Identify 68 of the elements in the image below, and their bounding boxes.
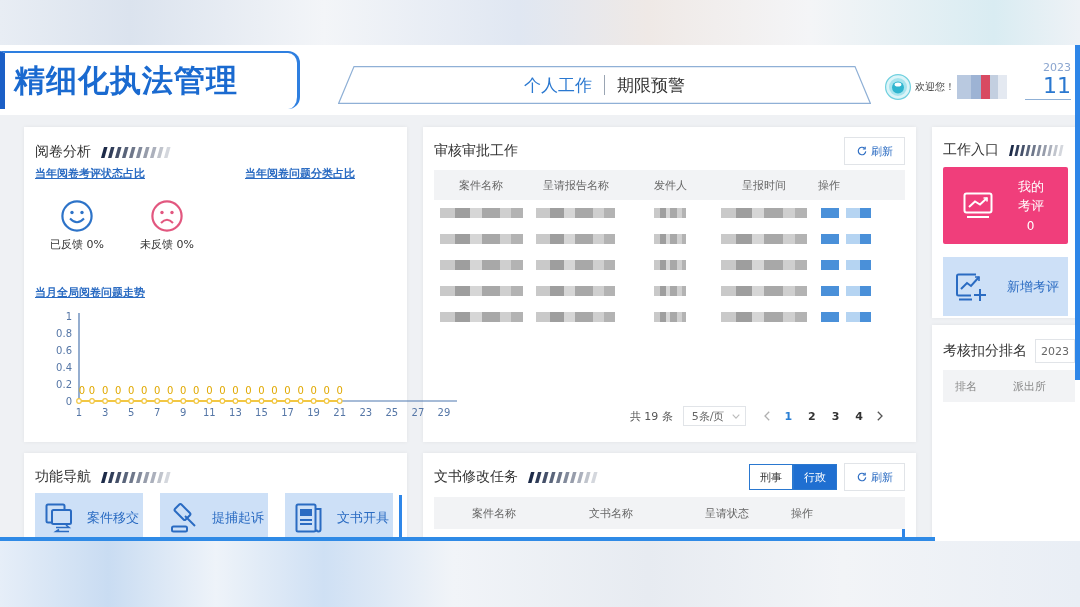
axis-label: 19 — [307, 407, 320, 418]
axis-label: 17 — [281, 407, 294, 418]
panel-title: 审核审批工作 — [434, 142, 518, 160]
axis-label: 25 — [385, 407, 399, 418]
column-header: 排名 — [954, 378, 978, 394]
app-title: 精细化执法管理 — [14, 61, 238, 100]
welcome-text: 欢迎您！ — [915, 80, 955, 94]
axis-label: 29 — [437, 407, 451, 418]
axis-label: 27 — [411, 407, 425, 418]
axis-label: 5 — [127, 407, 135, 418]
axis-label: 0.2 — [56, 378, 72, 390]
axis-label: 1 — [65, 310, 72, 322]
axis-label: 15 — [255, 407, 268, 418]
data-label: 0 — [88, 385, 96, 396]
data-label: 0 — [206, 385, 213, 396]
axis-label: 0.6 — [56, 344, 72, 356]
axis-label: 21 — [333, 407, 347, 418]
data-label: 0 — [310, 385, 317, 396]
data-label: 0 — [336, 385, 343, 396]
panel-title: 功能导航 — [35, 468, 91, 486]
data-label: 0 — [284, 385, 291, 396]
column-header: 发件人 — [652, 177, 688, 193]
tile-label: 我的考评 — [1017, 178, 1044, 215]
axis-label: 0 — [65, 395, 72, 407]
column-header: 呈请状态 — [704, 505, 750, 521]
column-header: 派出所 — [1011, 378, 1047, 394]
data-label: 0 — [78, 385, 86, 396]
data-label: 0 — [193, 385, 200, 396]
total-count: 共 19 条 — [629, 408, 673, 424]
data-label: 0 — [297, 385, 304, 396]
axis-label: 0.8 — [56, 327, 72, 339]
data-label: 0 — [271, 385, 278, 396]
panel-title: 工作入口 — [943, 141, 999, 159]
date-year: 2023 — [1042, 62, 1071, 75]
data-label: 0 — [167, 385, 174, 396]
axis-label: 23 — [359, 407, 373, 418]
data-label: 0 — [232, 385, 239, 396]
panel-title: 文书修改任务 — [434, 468, 518, 486]
tile-count: 0 — [1026, 218, 1035, 233]
panel-title: 阅卷分析 — [35, 143, 91, 161]
column-header: 呈请报告名称 — [541, 177, 610, 193]
panel-title: 考核扣分排名 — [943, 342, 1027, 360]
clock-time: 11 — [1042, 74, 1071, 99]
column-header: 呈报时间 — [741, 177, 787, 193]
data-label: 0 — [101, 385, 109, 396]
axis-label: 0.4 — [56, 361, 72, 373]
feedback-label: 未反馈 0% — [140, 237, 194, 252]
feedback-label: 已反馈 0% — [50, 237, 104, 252]
data-label: 0 — [258, 385, 265, 396]
axis-label: 13 — [229, 407, 242, 418]
data-label: 0 — [141, 385, 148, 396]
data-label: 0 — [323, 385, 330, 396]
data-label: 0 — [114, 385, 122, 396]
column-header: 案件名称 — [471, 505, 517, 521]
data-label: 0 — [219, 385, 226, 396]
axis-label: 9 — [180, 407, 187, 418]
axis-label: 1 — [75, 407, 83, 418]
column-header: 文书名称 — [588, 505, 634, 521]
axis-label: 11 — [203, 407, 216, 418]
data-label: 0 — [245, 385, 252, 396]
axis-label: 7 — [154, 407, 161, 418]
column-header: 操作 — [790, 505, 814, 521]
data-label: 0 — [127, 385, 135, 396]
column-header: 案件名称 — [458, 177, 504, 193]
axis-label: 3 — [101, 407, 109, 418]
column-header: 操作 — [817, 177, 841, 193]
data-label: 0 — [180, 385, 187, 396]
data-label: 0 — [154, 385, 161, 396]
